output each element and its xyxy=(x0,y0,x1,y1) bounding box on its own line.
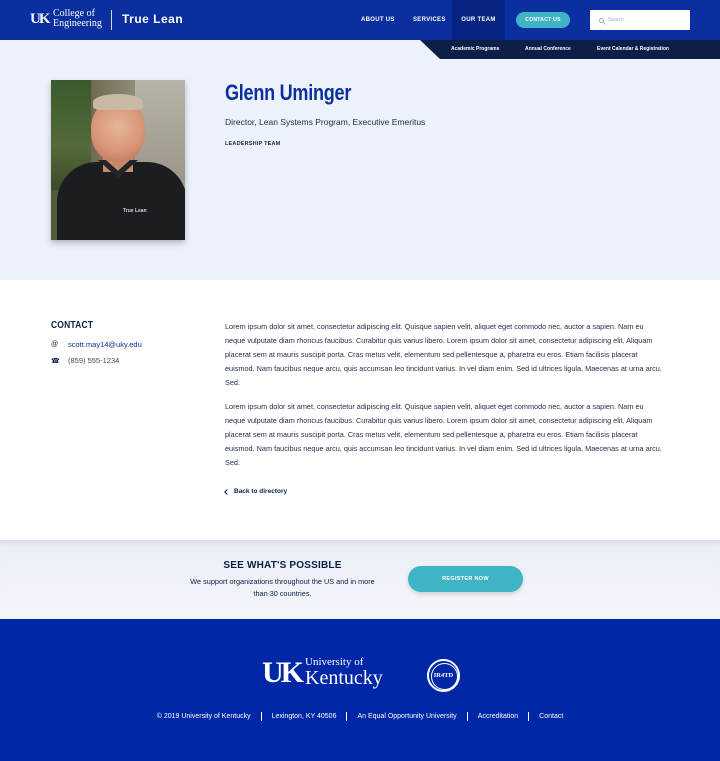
contact-us-button[interactable]: CONTACT US xyxy=(516,12,570,28)
person-title: Director, Lean Systems Program, Executiv… xyxy=(225,117,426,127)
search-icon xyxy=(599,17,604,23)
subnav-event-calendar[interactable]: Event Calendar & Registration xyxy=(597,40,669,59)
shirt-logo: True Lean xyxy=(123,208,147,214)
footer-contact-link[interactable]: Contact xyxy=(539,713,563,720)
at-sign-icon: @ xyxy=(51,341,59,348)
footer-divider xyxy=(528,712,530,721)
college-line2: Engineering xyxy=(53,18,102,29)
footer-divider xyxy=(466,712,468,721)
footer-equal-opportunity-link[interactable]: An Equal Opportunity University xyxy=(357,713,456,720)
logo-divider xyxy=(111,10,112,30)
site-footer xyxy=(0,619,720,761)
subnav-annual-conference[interactable]: Annual Conference xyxy=(525,40,571,59)
person-name: Glenn Uminger xyxy=(225,80,352,105)
footer-divider xyxy=(260,712,262,721)
uk-logo-icon: UK xyxy=(30,11,50,27)
contact-email-row: @ scott.may14@uky.edu xyxy=(51,340,142,349)
back-to-directory-link[interactable]: Back to directory xyxy=(224,488,288,495)
college-logo[interactable]: UK College of Engineering xyxy=(30,9,102,29)
cta-heading: SEE WHAT'S POSSIBLE xyxy=(223,560,342,571)
bio-paragraph-2: Lorem ipsum dolor sit amet, consectetur … xyxy=(225,402,662,467)
profile-photo: True Lean xyxy=(51,80,185,240)
uk-line2: Kentucky xyxy=(305,667,383,689)
contact-phone-row: ☎ (859) 555-1234 xyxy=(51,356,119,365)
footer-accreditation-link[interactable]: Accreditation xyxy=(478,713,518,720)
contact-heading: CONTACT xyxy=(51,320,94,331)
footer-divider xyxy=(346,712,348,721)
footer-address: Lexington, KY 40506 xyxy=(271,713,337,720)
brand-link[interactable]: True Lean xyxy=(122,12,183,26)
footer-copyright: © 2019 University of Kentucky xyxy=(156,713,251,720)
cta-text: We support organizations throughout the … xyxy=(190,577,375,598)
search-placeholder: Search xyxy=(608,17,624,23)
university-of-kentucky-logo[interactable]: UK University of Kentucky xyxy=(262,655,383,689)
nav-our-team[interactable]: OUR TEAM xyxy=(452,0,505,40)
chevron-left-icon xyxy=(224,488,230,495)
phone-number[interactable]: (859) 555-1234 xyxy=(68,356,119,365)
nav-services[interactable]: SERVICES xyxy=(413,0,446,40)
phone-icon: ☎ xyxy=(51,357,60,365)
ir4td-badge[interactable]: IR4TD xyxy=(427,659,460,692)
back-link-label: Back to directory xyxy=(234,488,288,495)
bio-paragraph-1: Lorem ipsum dolor sit amet, consectetur … xyxy=(225,322,662,387)
register-now-button[interactable]: REGISTER NOW xyxy=(408,566,523,592)
subnav-academic-programs[interactable]: Academic Programs xyxy=(451,40,499,59)
site-header: UK College of Engineering True Lean ABOU… xyxy=(0,0,720,40)
nav-about-us[interactable]: ABOUT US xyxy=(361,0,395,40)
search-input[interactable]: Search xyxy=(590,10,690,30)
uk-mark-icon: UK xyxy=(262,655,304,689)
footer-links: © 2019 University of Kentucky Lexington,… xyxy=(0,712,720,721)
team-label: LEADERSHIP TEAM xyxy=(225,141,281,147)
email-link[interactable]: scott.may14@uky.edu xyxy=(68,340,142,349)
